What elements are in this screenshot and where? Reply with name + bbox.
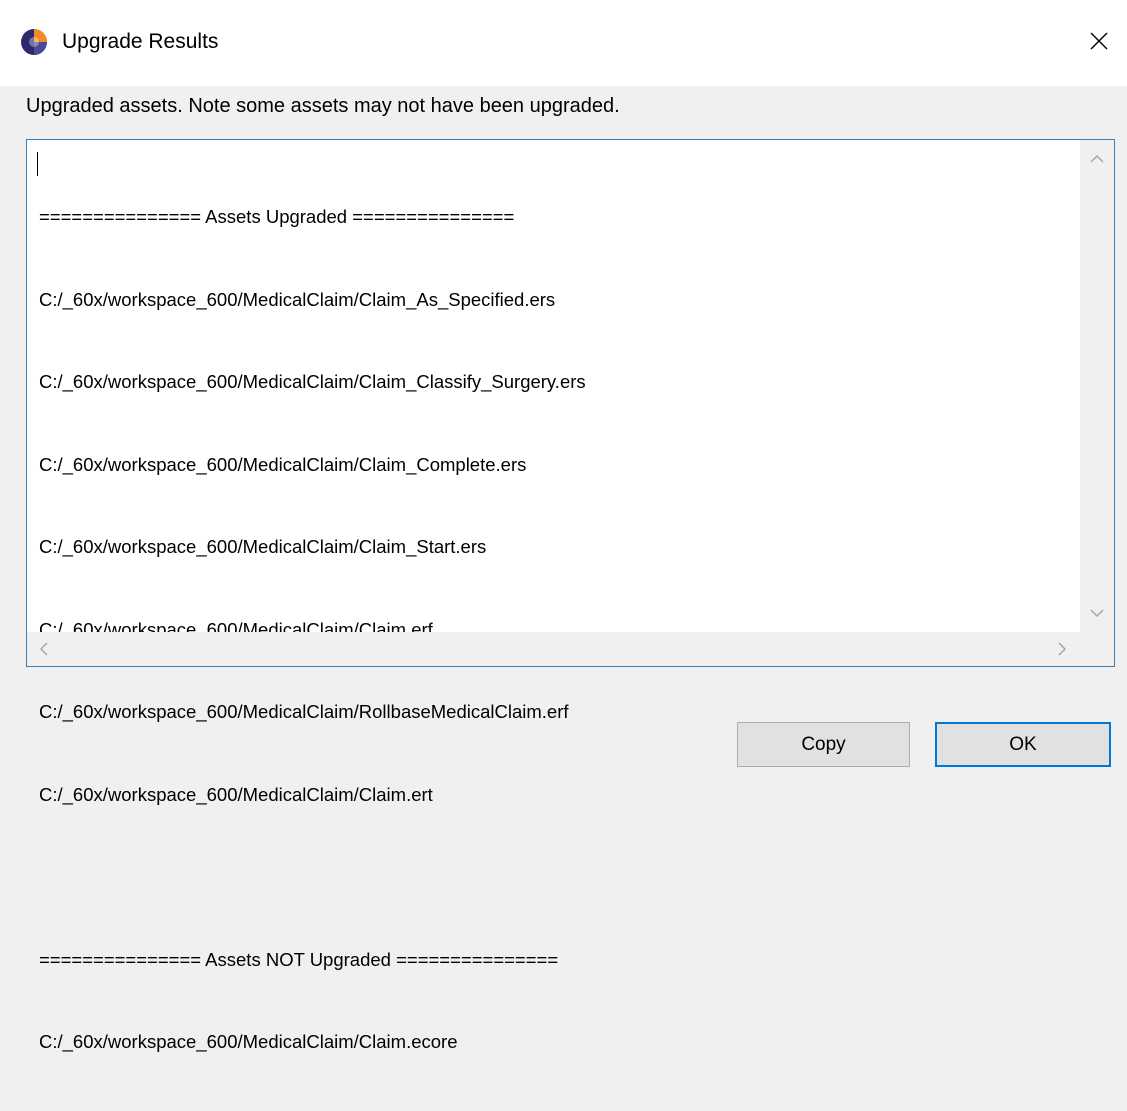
horizontal-scrollbar[interactable] (27, 632, 1080, 666)
not-upgraded-header: =============== Assets NOT Upgraded ====… (39, 948, 559, 970)
copy-button[interactable]: Copy (737, 722, 910, 767)
scroll-right-arrow[interactable] (1055, 642, 1069, 656)
upgraded-asset: C:/_60x/workspace_600/MedicalClaim/Claim… (39, 288, 556, 310)
scroll-down-arrow[interactable] (1090, 606, 1104, 620)
text-caret (37, 152, 38, 176)
upgraded-asset: C:/_60x/workspace_600/MedicalClaim/Claim… (39, 536, 487, 557)
results-text-area[interactable]: =============== Assets Upgraded ========… (26, 139, 1115, 1052)
vertical-scrollbar[interactable] (1080, 140, 1114, 632)
upgraded-asset: C:/_60x/workspace_600/MedicalClaim/Claim… (39, 453, 527, 475)
upgraded-header: =============== Assets Upgraded ========… (39, 206, 515, 227)
results-content: =============== Assets Upgraded ========… (39, 148, 586, 1111)
chevron-left-icon (39, 642, 48, 656)
scroll-left-arrow[interactable] (37, 642, 51, 656)
ok-button[interactable]: OK (935, 722, 1111, 767)
chevron-up-icon (1090, 154, 1104, 163)
chevron-right-icon (1058, 642, 1067, 656)
eclipse-app-icon (21, 29, 47, 55)
title-bar: Upgrade Results (0, 0, 1127, 86)
upgraded-asset: C:/_60x/workspace_600/MedicalClaim/Rollb… (39, 701, 569, 722)
close-icon (1090, 32, 1108, 50)
upgraded-asset: C:/_60x/workspace_600/MedicalClaim/Claim… (39, 371, 586, 392)
window-title: Upgrade Results (62, 30, 219, 53)
not-upgraded-asset: C:/_60x/workspace_600/MedicalClaim/Claim… (39, 1031, 458, 1052)
upgraded-asset: C:/_60x/workspace_600/MedicalClaim/Claim… (39, 783, 433, 805)
close-button[interactable] (1081, 24, 1117, 58)
dialog-message: Upgraded assets. Note some assets may no… (26, 95, 620, 117)
chevron-down-icon (1090, 609, 1104, 618)
scrollbar-corner (1080, 632, 1114, 666)
scroll-up-arrow[interactable] (1090, 152, 1104, 166)
